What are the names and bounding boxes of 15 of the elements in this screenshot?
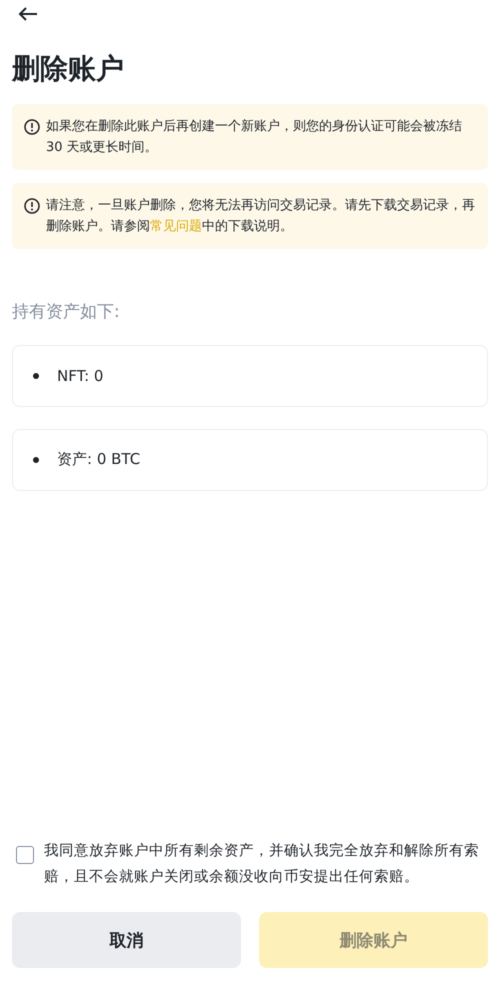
back-arrow-icon [18,6,38,22]
exclamation-icon [24,118,40,135]
bullet-icon [33,372,39,379]
notice-text: 请注意，一旦账户删除，您将无法再访问交易记录。请先下载交易记录，再删除账户。请参阅常见问题中的下载说明。 [46,196,476,236]
asset-text: 资产: 0 BTC [57,450,140,470]
exclamation-icon [24,198,40,214]
asset-text: NFT: 0 [57,366,104,385]
agreement-checkbox[interactable] [16,846,34,864]
agreement-text: 我同意放弃账户中所有剩余资产，并确认我完全放弃和解除所有索赔，且不会就账户关闭或余额没收向币安提出任何索赔。 [44,842,480,887]
faq-link[interactable]: 常见问题 [150,218,202,234]
bullet-icon [33,456,39,463]
cancel-button[interactable]: 取消 [12,912,241,968]
page-title: 删除账户 [12,52,125,86]
assets-heading: 持有资产如下: [12,300,121,323]
notice-text: 如果您在删除此账户后再创建一个新账户，则您的身份认证可能会被冻结 30 天或更长时间。 [46,118,463,157]
